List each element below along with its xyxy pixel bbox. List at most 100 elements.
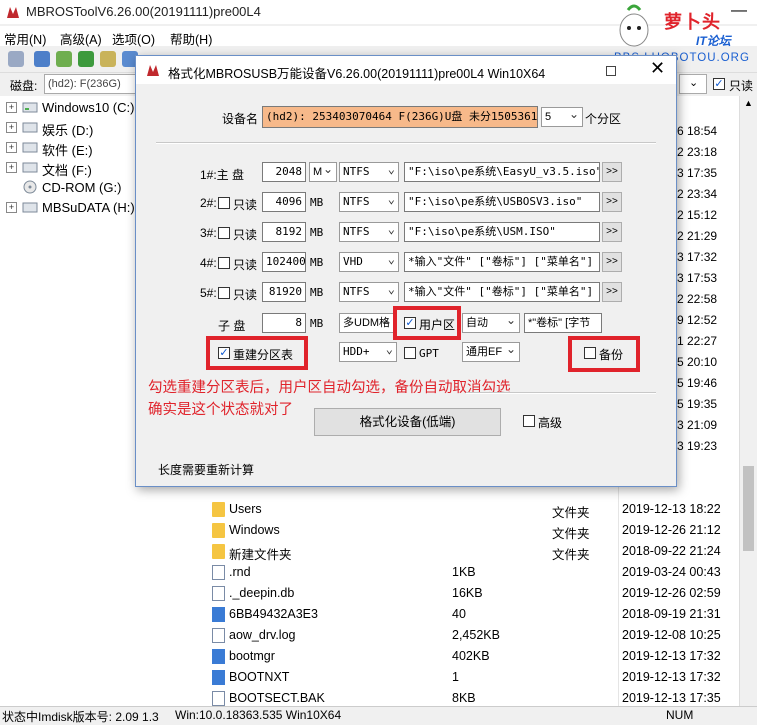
partition-1-label: 1#:主 盘	[200, 168, 245, 182]
dialog-close-icon[interactable]: ✕	[650, 58, 665, 79]
file-name: 新建文件夹	[229, 548, 292, 562]
time-fragment: 3 17:53	[677, 271, 718, 285]
file-size: 402KB	[452, 649, 490, 663]
file-size: 2,452KB	[452, 628, 500, 642]
partition-1-unit[interactable]: M	[309, 162, 337, 182]
file-name: .rnd	[229, 565, 251, 579]
expand-icon[interactable]: +	[6, 202, 17, 213]
dialog-restore-icon[interactable]	[606, 66, 616, 76]
menu-help[interactable]: 帮助(H)	[170, 29, 212, 48]
menu-options[interactable]: 选项(O)	[112, 29, 155, 48]
expand-icon[interactable]: +	[6, 162, 17, 173]
time-fragment: 2 15:12	[677, 208, 718, 222]
rebuild-partition-table-checkbox[interactable]: ✓	[218, 347, 230, 359]
partition-1-fs[interactable]: NTFS	[339, 162, 399, 182]
window-minimize-icon[interactable]: —	[731, 2, 747, 20]
toolbar-browser-icon[interactable]	[78, 51, 94, 67]
efi-mode-select[interactable]: 通用EF	[462, 342, 520, 362]
drive-dropdown-button[interactable]: ⌄	[679, 74, 707, 94]
partition-count-select[interactable]: 5	[541, 107, 583, 127]
file-row[interactable]: aow_drv.log 2,452KB 2019-12-08 10:25	[205, 625, 757, 646]
gpt-checkbox[interactable]	[404, 347, 416, 359]
expand-icon[interactable]: +	[6, 122, 17, 133]
annotation-line-2: 确实是这个状态就对了	[148, 402, 293, 418]
partition-3-path[interactable]: "F:\iso\pe系统\USM.ISO"	[404, 222, 600, 242]
gpt-label: GPT	[419, 347, 439, 360]
file-time: 2019-12-13 17:32	[622, 649, 721, 663]
partition-2-fs[interactable]: NTFS	[339, 192, 399, 212]
partition-4-path[interactable]: *输入"文件" ["卷标"] ["菜单名"]	[404, 252, 600, 272]
file-time: 2019-12-26 02:59	[622, 586, 721, 600]
time-fragment: 5 20:10	[677, 355, 718, 369]
file-name: aow_drv.log	[229, 628, 296, 642]
file-row[interactable]: bootmgr 402KB 2019-12-13 17:32	[205, 646, 757, 667]
partition-5-size[interactable]: 81920	[262, 282, 306, 302]
partition-5-path[interactable]: *输入"文件" ["卷标"] ["菜单名"]	[404, 282, 600, 302]
file-row[interactable]: Windows 文件夹 2019-12-26 21:12	[205, 520, 757, 541]
file-row[interactable]: .rnd 1KB 2019-03-24 00:43	[205, 562, 757, 583]
partition-1-path[interactable]: "F:\iso\pe系统\EasyU_v3.5.iso"	[404, 162, 600, 182]
file-row[interactable]: 6BB49432A3E3 40 2018-09-19 21:31	[205, 604, 757, 625]
partition-2-readonly-checkbox[interactable]	[218, 197, 230, 209]
subdisk-fs-select[interactable]: 多UDM格	[339, 313, 395, 333]
dialog-title: 格式化MBROSUSB万能设备V6.26.00(20191111)pre00L4…	[168, 67, 546, 81]
partition-2-label: 2#:	[200, 196, 217, 210]
advanced-checkbox[interactable]	[523, 415, 535, 427]
device-field[interactable]: (hd2): 253403070464 F(236G)U盘 未分15053619…	[262, 106, 538, 128]
partition-1-browse-button[interactable]: >>	[602, 162, 622, 182]
menu-common[interactable]: 常用(N)	[4, 29, 46, 48]
status-right: NUM	[666, 708, 694, 722]
toolbar-folder-icon[interactable]	[100, 51, 116, 67]
file-row[interactable]: 新建文件夹 文件夹 2018-09-22 21:24	[205, 541, 757, 562]
partition-2-browse-button[interactable]: >>	[602, 192, 622, 212]
partition-5-browse-button[interactable]: >>	[602, 282, 622, 302]
drive-select[interactable]: (hd2): F(236G)	[44, 74, 136, 94]
subdisk-size[interactable]: 8	[262, 313, 306, 333]
format-device-button[interactable]: 格式化设备(低端)	[314, 408, 501, 436]
partition-5-fs[interactable]: NTFS	[339, 282, 399, 302]
partition-1-size[interactable]: 2048	[262, 162, 306, 182]
partition-4-readonly-label: 只读	[233, 258, 258, 272]
app-icon	[147, 65, 159, 76]
partition-4-fs[interactable]: VHD	[339, 252, 399, 272]
time-fragment: 3 17:35	[677, 166, 718, 180]
toolbar-settings-icon[interactable]	[34, 51, 50, 67]
partition-4-size[interactable]: 102400	[262, 252, 306, 272]
tree-item-label: Windows10 (C:)	[42, 100, 135, 115]
partition-4-browse-button[interactable]: >>	[602, 252, 622, 272]
partition-3-size[interactable]: 8192	[262, 222, 306, 242]
expand-icon[interactable]: +	[6, 102, 17, 113]
partition-3-browse-button[interactable]: >>	[602, 222, 622, 242]
partition-3-unit: MB	[310, 226, 324, 239]
partition-5-readonly-checkbox[interactable]	[218, 287, 230, 299]
file-row[interactable]: ._deepin.db 16KB 2019-12-26 02:59	[205, 583, 757, 604]
partition-4-label: 4#:	[200, 256, 217, 270]
expand-icon[interactable]: +	[6, 142, 17, 153]
userzone-mode-select[interactable]: 自动	[462, 313, 520, 333]
tree-item-label: CD-ROM (G:)	[42, 180, 122, 195]
partition-4-readonly-checkbox[interactable]	[218, 257, 230, 269]
menu-advanced[interactable]: 高级(A)	[60, 29, 102, 48]
partition-3-fs[interactable]: NTFS	[339, 222, 399, 242]
scroll-thumb[interactable]	[743, 466, 754, 551]
scroll-up-icon[interactable]: ▲	[744, 98, 753, 108]
backup-label: 备份	[599, 348, 624, 362]
drive-readonly-checkbox[interactable]: ✓	[713, 78, 725, 90]
toolbar-disk-icon[interactable]	[8, 51, 24, 67]
partition-2-path[interactable]: "F:\iso\pe系统\USBOSV3.iso"	[404, 192, 600, 212]
time-fragment: 1 22:27	[677, 334, 718, 348]
file-row[interactable]: BOOTNXT 1 2019-12-13 17:32	[205, 667, 757, 688]
partition-3-readonly-checkbox[interactable]	[218, 227, 230, 239]
drive-label: 磁盘:	[10, 79, 38, 93]
file-size: 1	[452, 670, 459, 684]
tree-item-label: 文档 (F:)	[42, 163, 92, 178]
app-title: MBROSToolV6.26.00(20191111)pre00L4	[26, 4, 261, 19]
backup-checkbox[interactable]	[584, 347, 596, 359]
file-size: 40	[452, 607, 466, 621]
toolbar-refresh-icon[interactable]	[56, 51, 72, 67]
volume-field[interactable]: *"卷标" [字节	[524, 313, 602, 333]
file-row[interactable]: Users 文件夹 2019-12-13 18:22	[205, 499, 757, 520]
partition-2-size[interactable]: 4096	[262, 192, 306, 212]
hdd-mode-select[interactable]: HDD+	[339, 342, 397, 362]
vertical-scrollbar[interactable]: ▲	[739, 96, 757, 706]
